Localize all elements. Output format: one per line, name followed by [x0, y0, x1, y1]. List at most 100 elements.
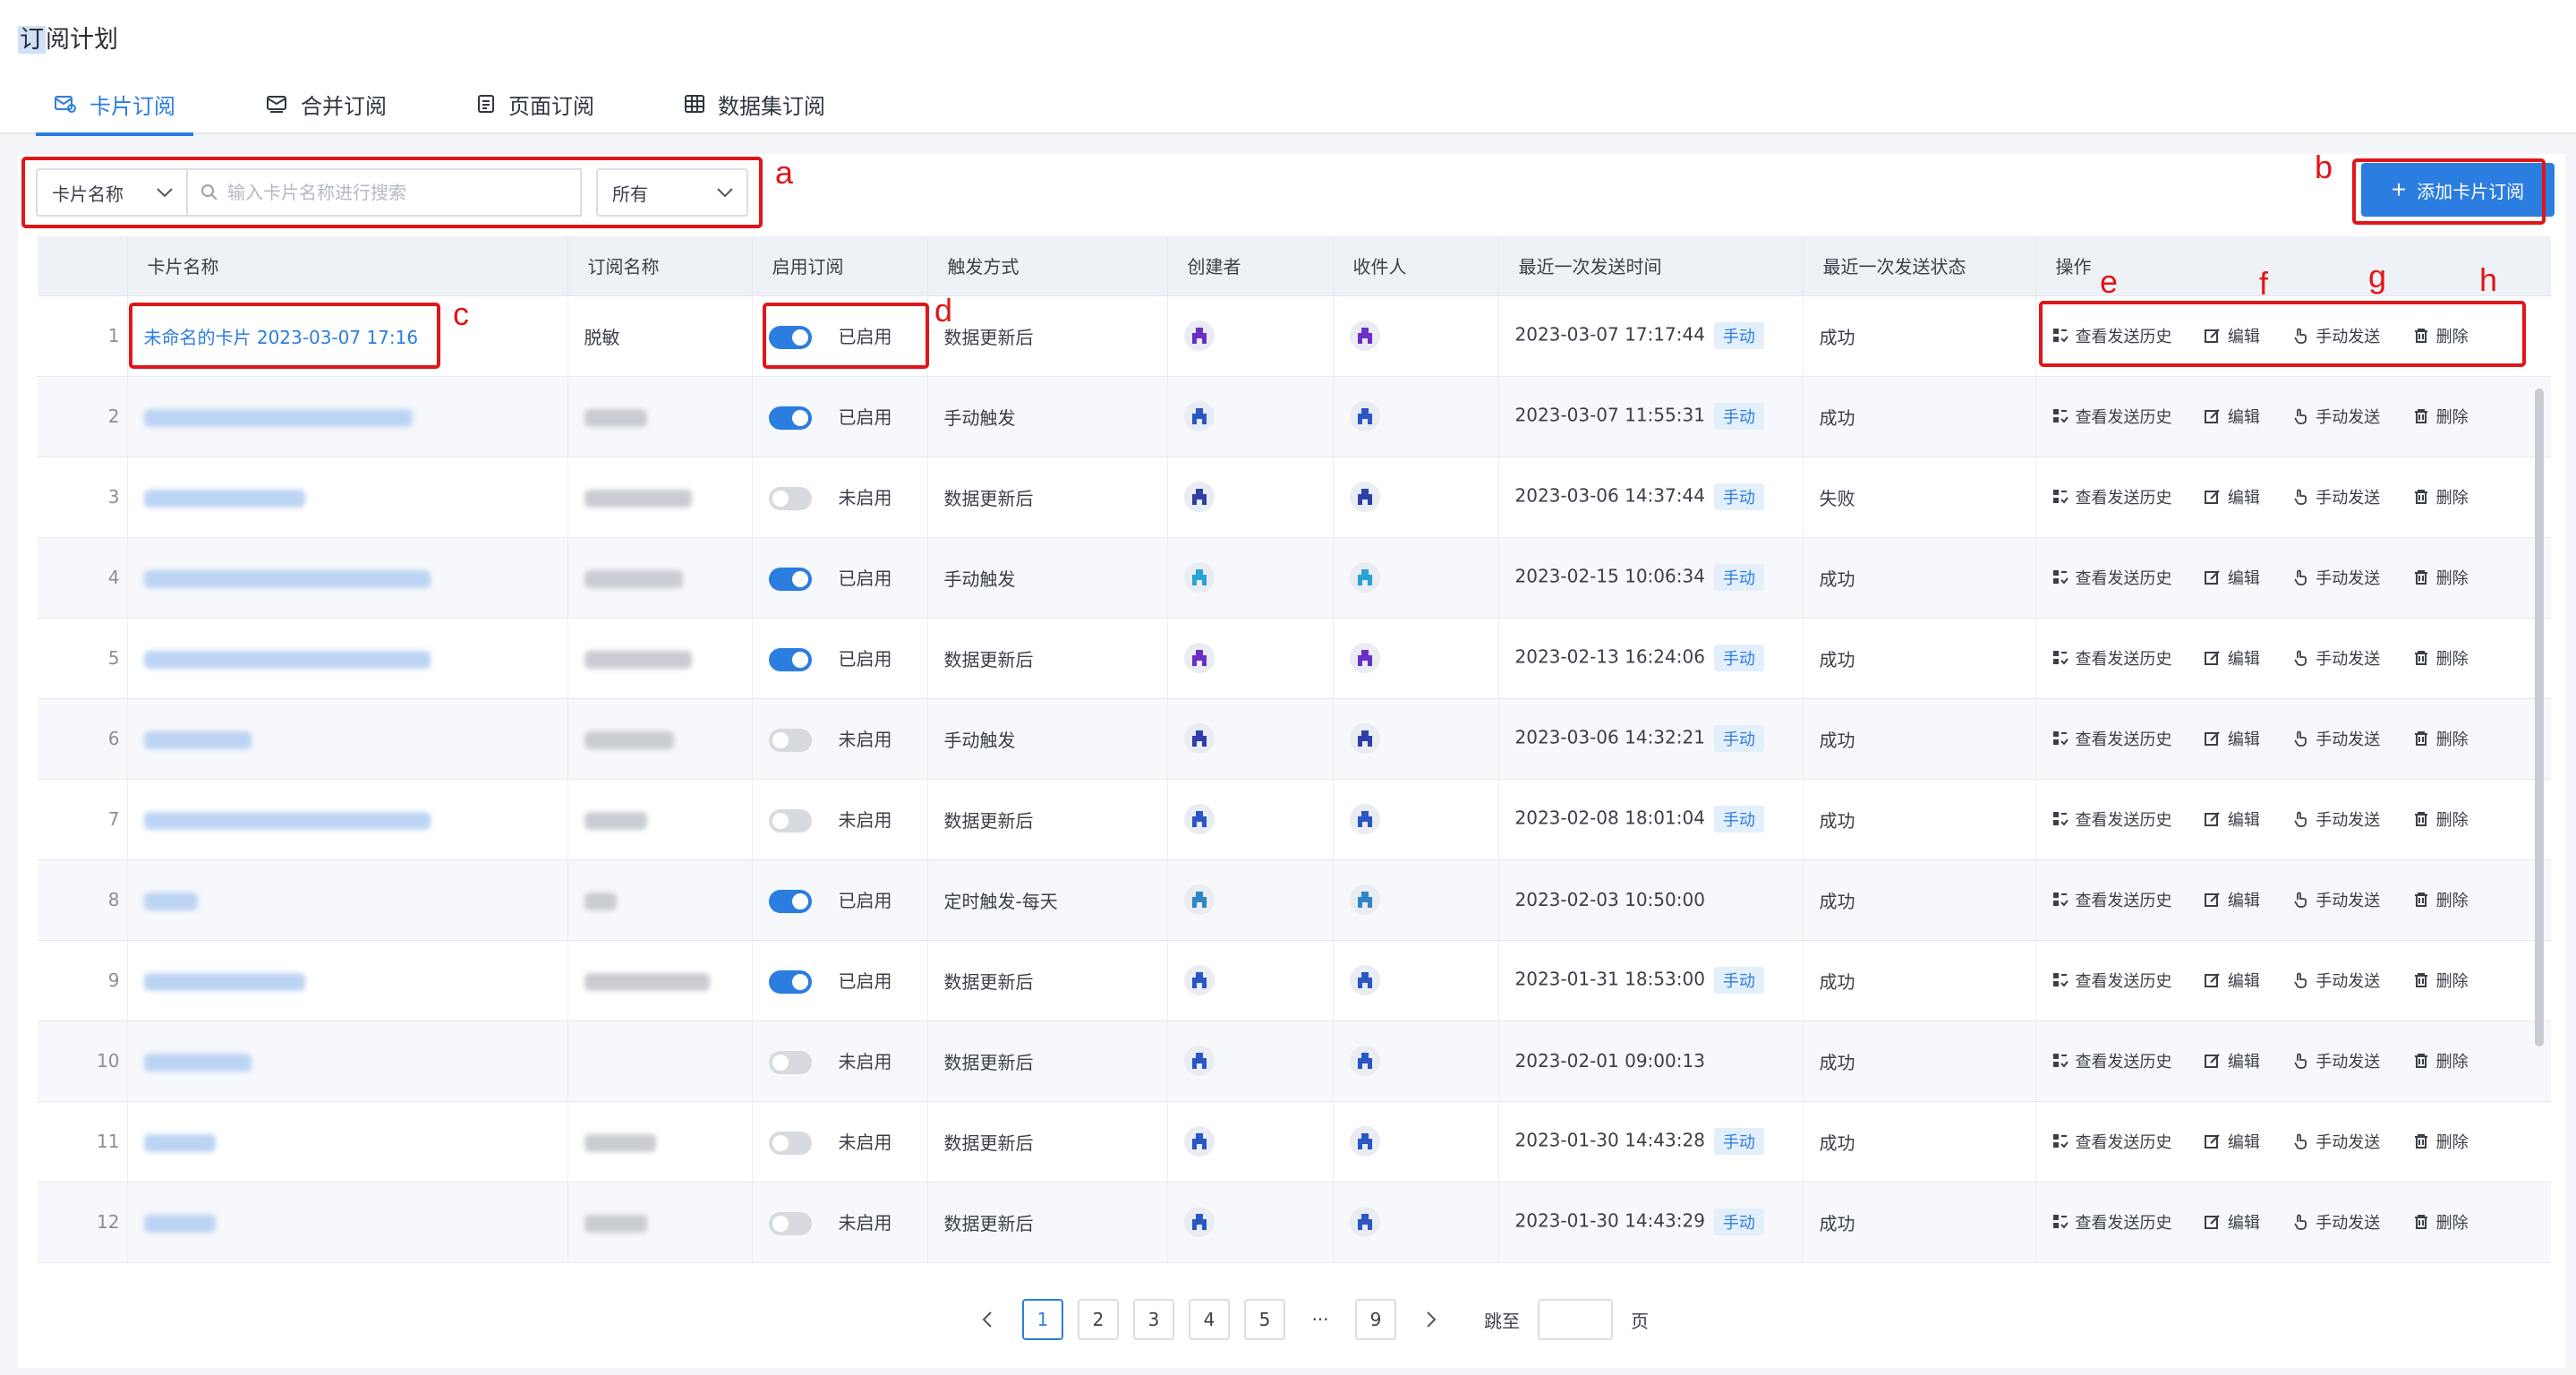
manual-send-button[interactable]: 手动发送: [2292, 646, 2380, 670]
tab-page-subscribe[interactable]: 页面订阅: [458, 82, 612, 134]
view-history-button[interactable]: 查看发送历史: [2052, 1049, 2172, 1072]
manual-send-button[interactable]: 手动发送: [2292, 1210, 2380, 1234]
page-number-button[interactable]: 2: [1078, 1299, 1119, 1340]
manual-send-button[interactable]: 手动发送: [2292, 969, 2380, 992]
enable-toggle[interactable]: [768, 729, 812, 753]
manual-send-button[interactable]: 手动发送: [2292, 1130, 2380, 1153]
action-label: 查看发送历史: [2075, 810, 2172, 830]
redacted-card-name[interactable]: [143, 408, 413, 427]
view-history-button[interactable]: 查看发送历史: [2052, 807, 2172, 831]
delete-button[interactable]: 删除: [2413, 807, 2469, 831]
redacted-card-name[interactable]: [143, 972, 305, 991]
table-row[interactable]: 7 未启用 数据更新后 2023-02-08 18:01:04 手动 成功 查看发…: [38, 779, 2551, 860]
table-row[interactable]: 3 未启用 数据更新后 2023-03-06 14:37:44 手动 失败 查看发…: [38, 457, 2551, 538]
enable-toggle[interactable]: [768, 1051, 812, 1075]
next-page-button[interactable]: [1411, 1299, 1452, 1340]
edit-button[interactable]: 编辑: [2204, 807, 2260, 831]
delete-button[interactable]: 删除: [2413, 969, 2469, 992]
row-index: 8: [38, 859, 128, 941]
table-row[interactable]: 5 已启用 数据更新后 2023-02-13 16:24:06 手动 成功 查看发…: [38, 618, 2551, 699]
page-number-button[interactable]: 4: [1189, 1299, 1230, 1340]
enable-toggle[interactable]: [768, 648, 812, 672]
manual-send-button[interactable]: 手动发送: [2292, 405, 2380, 428]
view-history-button[interactable]: 查看发送历史: [2052, 1210, 2172, 1234]
enable-toggle[interactable]: [768, 568, 812, 592]
tab-card-subscribe[interactable]: 卡片订阅: [36, 82, 193, 136]
table-row[interactable]: 8 已启用 定时触发-每天 2023-02-03 10:50:00 成功 查看发…: [38, 859, 2551, 941]
redacted-card-name[interactable]: [143, 1053, 252, 1072]
table-row[interactable]: 10 未启用 数据更新后 2023-02-01 09:00:13 成功 查看发送…: [38, 1021, 2551, 1102]
delete-button[interactable]: 删除: [2413, 1049, 2469, 1072]
dataset-subscribe-icon: [685, 95, 704, 113]
manual-send-button[interactable]: 手动发送: [2292, 485, 2380, 508]
table-row[interactable]: 9 已启用 数据更新后 2023-01-31 18:53:00 手动 成功 查看发…: [38, 940, 2551, 1021]
table-row[interactable]: 2 已启用 手动触发 2023-03-07 11:55:31 手动 成功 查看发送…: [38, 376, 2551, 457]
delete-button[interactable]: 删除: [2413, 566, 2469, 589]
page-number-button[interactable]: 1: [1022, 1299, 1063, 1340]
enable-toggle[interactable]: [768, 970, 812, 995]
enabled-cell: 已启用: [752, 376, 928, 457]
edit-button[interactable]: 编辑: [2204, 888, 2260, 911]
delete-button[interactable]: 删除: [2413, 646, 2469, 670]
edit-button[interactable]: 编辑: [2204, 969, 2260, 992]
action-label: 手动发送: [2316, 891, 2381, 910]
avatar: [1183, 884, 1215, 915]
manual-send-button[interactable]: 手动发送: [2292, 727, 2380, 750]
delete-button[interactable]: 删除: [2413, 888, 2469, 911]
page-number-button[interactable]: 3: [1133, 1299, 1174, 1340]
delete-button[interactable]: 删除: [2413, 405, 2469, 428]
view-history-button[interactable]: 查看发送历史: [2052, 405, 2172, 428]
manual-send-button[interactable]: 手动发送: [2292, 807, 2380, 831]
redacted-card-name[interactable]: [143, 811, 431, 830]
view-history-button[interactable]: 查看发送历史: [2052, 485, 2172, 508]
manual-send-button[interactable]: 手动发送: [2292, 1049, 2380, 1072]
table-row[interactable]: 4 已启用 手动触发 2023-02-15 10:06:34 手动 成功 查看发送…: [38, 537, 2551, 619]
edit-icon: [2204, 972, 2220, 987]
edit-button[interactable]: 编辑: [2204, 566, 2260, 589]
edit-button[interactable]: 编辑: [2204, 727, 2260, 750]
redacted-card-name[interactable]: [143, 569, 431, 588]
redacted-card-name[interactable]: [143, 489, 305, 508]
redacted-card-name[interactable]: [143, 1214, 216, 1233]
view-history-button[interactable]: 查看发送历史: [2052, 888, 2172, 911]
edit-button[interactable]: 编辑: [2204, 1049, 2260, 1072]
action-label: 手动发送: [2316, 971, 2381, 991]
delete-button[interactable]: 删除: [2413, 727, 2469, 750]
view-history-button[interactable]: 查看发送历史: [2052, 969, 2172, 992]
enable-toggle[interactable]: [768, 1212, 812, 1236]
enable-toggle[interactable]: [768, 1132, 812, 1156]
edit-button[interactable]: 编辑: [2204, 485, 2260, 508]
view-history-button[interactable]: 查看发送历史: [2052, 727, 2172, 750]
page-number-button[interactable]: 9: [1355, 1299, 1396, 1340]
enable-toggle[interactable]: [768, 890, 812, 914]
manual-send-button[interactable]: 手动发送: [2292, 888, 2380, 911]
redacted-card-name[interactable]: [143, 730, 252, 749]
table-row[interactable]: 11 未启用 数据更新后 2023-01-30 14:43:28 手动 成功 查看…: [38, 1101, 2551, 1183]
prev-page-button[interactable]: [967, 1299, 1008, 1340]
enable-toggle[interactable]: [768, 809, 812, 833]
table-row[interactable]: 12 未启用 数据更新后 2023-01-30 14:43:29 手动 成功 查看…: [38, 1182, 2551, 1263]
enable-toggle[interactable]: [768, 487, 812, 511]
enable-toggle[interactable]: [768, 406, 812, 431]
redacted-card-name[interactable]: [143, 1133, 216, 1152]
redacted-card-name[interactable]: [143, 892, 198, 910]
view-history-button[interactable]: 查看发送历史: [2052, 646, 2172, 670]
vertical-scrollbar[interactable]: [2535, 389, 2544, 1046]
delete-button[interactable]: 删除: [2413, 1210, 2469, 1234]
view-history-button[interactable]: 查看发送历史: [2052, 566, 2172, 589]
edit-button[interactable]: 编辑: [2204, 646, 2260, 670]
delete-button[interactable]: 删除: [2413, 1130, 2469, 1153]
manual-send-button[interactable]: 手动发送: [2292, 566, 2380, 589]
tab-merge-subscribe[interactable]: 合并订阅: [247, 82, 405, 134]
edit-button[interactable]: 编辑: [2204, 405, 2260, 428]
tab-dataset-subscribe[interactable]: 数据集订阅: [666, 82, 843, 134]
view-history-button[interactable]: 查看发送历史: [2052, 1130, 2172, 1153]
edit-button[interactable]: 编辑: [2204, 1210, 2260, 1234]
redacted-card-name[interactable]: [143, 650, 431, 669]
annotation-label-h: h: [2479, 261, 2498, 298]
edit-button[interactable]: 编辑: [2204, 1130, 2260, 1153]
table-row[interactable]: 6 未启用 手动触发 2023-03-06 14:32:21 手动 成功 查看发送…: [38, 698, 2551, 780]
delete-button[interactable]: 删除: [2413, 485, 2469, 508]
page-number-button[interactable]: 5: [1244, 1299, 1285, 1340]
jump-page-input[interactable]: [1538, 1299, 1613, 1340]
